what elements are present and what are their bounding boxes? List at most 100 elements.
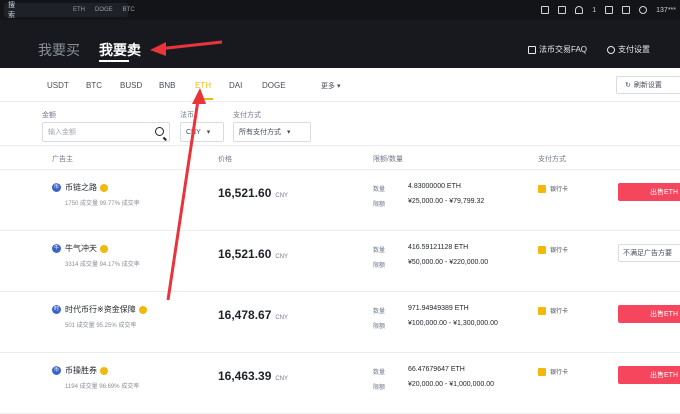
global-search[interactable]: 搜索 ETH DOGE BTC (4, 2, 135, 19)
coin-tab-busd[interactable]: BUSD (120, 81, 142, 90)
coin-tab-eth[interactable]: ETH (195, 81, 211, 90)
table-row: 牛 牛气冲天 3314 成交量 94.17% 成交率 16,521.60 CNY … (0, 231, 680, 292)
price: 16,478.67 CNY (218, 308, 288, 322)
qty-label: 数量 (373, 187, 386, 193)
amount-placeholder: 输入金额 (48, 129, 76, 136)
coin-tab-doge[interactable]: DOGE (262, 81, 286, 90)
account-name[interactable]: 137*** (656, 7, 676, 14)
pay-settings-link[interactable]: 支付设置 (607, 44, 650, 55)
avatar[interactable]: 时 (52, 305, 61, 314)
orders-icon[interactable] (558, 6, 567, 14)
verified-badge-icon (138, 305, 147, 314)
faq-link[interactable]: 法币交易FAQ (528, 44, 587, 55)
merchant-name[interactable]: 牛气冲天 (65, 243, 108, 254)
sell-eth-button[interactable]: 出售ETH (618, 305, 680, 323)
merchant-name-text: 牛气冲天 (65, 244, 97, 253)
table-row: 币 币操胜券 1194 成交量 96.69% 成交率 16,463.39 CNY … (0, 353, 680, 414)
search-label: 搜索 (8, 2, 15, 19)
notification-count: 1 (592, 6, 597, 14)
coin-tabs: USDT BTC BUSD BNB ETH DAI DOGE 更多 ▾ ↻ 刷新… (0, 68, 680, 102)
price-currency: CNY (275, 193, 289, 199)
payment-label: 银行卡 (550, 187, 569, 193)
payment-method: 银行卡 (538, 306, 568, 315)
merchant-name[interactable]: 币链之路 (65, 182, 108, 193)
search-chip[interactable]: ETH (73, 7, 85, 13)
download-icon[interactable] (622, 6, 631, 14)
bell-icon[interactable] (575, 6, 584, 14)
merchant-stats: 1750 成交量 99.77% 成交率 (65, 201, 140, 207)
requirements-not-met-button[interactable]: 不满足广告方要 (618, 244, 680, 262)
faq-label: 法币交易FAQ (539, 45, 588, 54)
merchant-stats: 3314 成交量 94.17% 成交率 (65, 262, 140, 268)
merchant-stats: 1194 成交量 96.69% 成交率 (65, 384, 140, 390)
verified-badge-icon (100, 183, 108, 192)
coin-tab-usdt[interactable]: USDT (47, 81, 69, 90)
price: 16,521.60 CNY (218, 186, 288, 200)
search-chip[interactable]: DOGE (95, 7, 113, 13)
payment-label: 银行卡 (550, 309, 569, 315)
merchant-name-text: 币操胜券 (65, 366, 97, 375)
amount-input[interactable]: 输入金额 (42, 122, 170, 142)
coin-tab-dai[interactable]: DAI (229, 81, 242, 90)
coin-tab-btc[interactable]: BTC (86, 81, 102, 90)
document-icon[interactable] (605, 6, 614, 14)
search-icon[interactable] (155, 127, 164, 136)
bank-card-icon (538, 306, 546, 315)
chevron-down-icon: ▾ (287, 129, 291, 136)
col-payment: 支付方式 (538, 156, 566, 163)
sell-eth-button[interactable]: 出售ETH (618, 366, 680, 384)
filter-bar: 金额 输入金额 法币 CNY ▾ 支付方式 所有支付方式 ▾ (0, 102, 680, 146)
qty-label: 数量 (373, 248, 386, 254)
sell-eth-button[interactable]: 出售ETH (618, 183, 680, 201)
limit-label: 限额 (373, 202, 386, 208)
bank-card-icon (538, 184, 546, 193)
limit-label: 限额 (373, 263, 386, 269)
topbar-icons: 1 137*** (541, 0, 676, 20)
fiat-select[interactable]: CNY ▾ (180, 122, 224, 142)
payment-method: 银行卡 (538, 184, 568, 193)
refresh-icon: ↻ (625, 82, 631, 89)
price-currency: CNY (275, 254, 289, 260)
price-value: 16,521.60 (218, 247, 272, 261)
payment-method: 银行卡 (538, 367, 568, 376)
limit-label: 限额 (373, 324, 386, 330)
price-currency: CNY (275, 315, 289, 321)
refresh-settings-button[interactable]: ↻ 刷新设置 (616, 76, 680, 94)
price-value: 16,478.67 (218, 308, 272, 322)
wallet-icon[interactable] (541, 6, 550, 14)
search-chip[interactable]: BTC (123, 7, 135, 13)
tab-buy[interactable]: 我要买 (38, 40, 80, 60)
qty-label: 数量 (373, 309, 386, 315)
avatar[interactable]: 牛 (52, 244, 61, 253)
pay-method-select[interactable]: 所有支付方式 ▾ (233, 122, 311, 142)
gear-icon (607, 45, 615, 54)
help-icon (528, 45, 536, 54)
more-coins-dropdown[interactable]: 更多 ▾ (321, 81, 340, 91)
limit-value: ¥100,000.00 - ¥1,300,000.00 (408, 320, 498, 327)
bank-card-icon (538, 245, 546, 254)
col-limit: 限额/数量 (373, 156, 403, 163)
verified-badge-icon (100, 244, 108, 253)
user-icon[interactable] (639, 6, 648, 14)
payment-label: 银行卡 (550, 370, 569, 376)
avatar[interactable]: 币 (52, 366, 61, 375)
tab-sell[interactable]: 我要卖 (99, 40, 141, 60)
qty-value: 4.83000000 ETH (408, 183, 461, 190)
amount-label: 金额 (42, 112, 56, 119)
price: 16,521.60 CNY (218, 247, 288, 261)
avatar[interactable]: 币 (52, 183, 61, 192)
merchant-name-text: 时代币行※资金保障 (65, 305, 136, 314)
fiat-value: CNY (186, 128, 201, 136)
price-value: 16,521.60 (218, 186, 272, 200)
coin-tab-bnb[interactable]: BNB (159, 81, 175, 90)
pay-method-value: 所有支付方式 (239, 129, 281, 136)
merchant-name[interactable]: 时代币行※资金保障 (65, 304, 147, 315)
chevron-down-icon: ▾ (206, 129, 211, 136)
merchant-name[interactable]: 币操胜券 (65, 365, 108, 376)
page-header: 我要买 我要卖 法币交易FAQ 支付设置 (0, 20, 680, 68)
pay-method-label: 支付方式 (233, 112, 261, 119)
tab-active-indicator (99, 60, 129, 62)
merchant-name-text: 币链之路 (65, 183, 97, 192)
payment-label: 银行卡 (550, 248, 569, 254)
col-price: 价格 (218, 156, 232, 163)
